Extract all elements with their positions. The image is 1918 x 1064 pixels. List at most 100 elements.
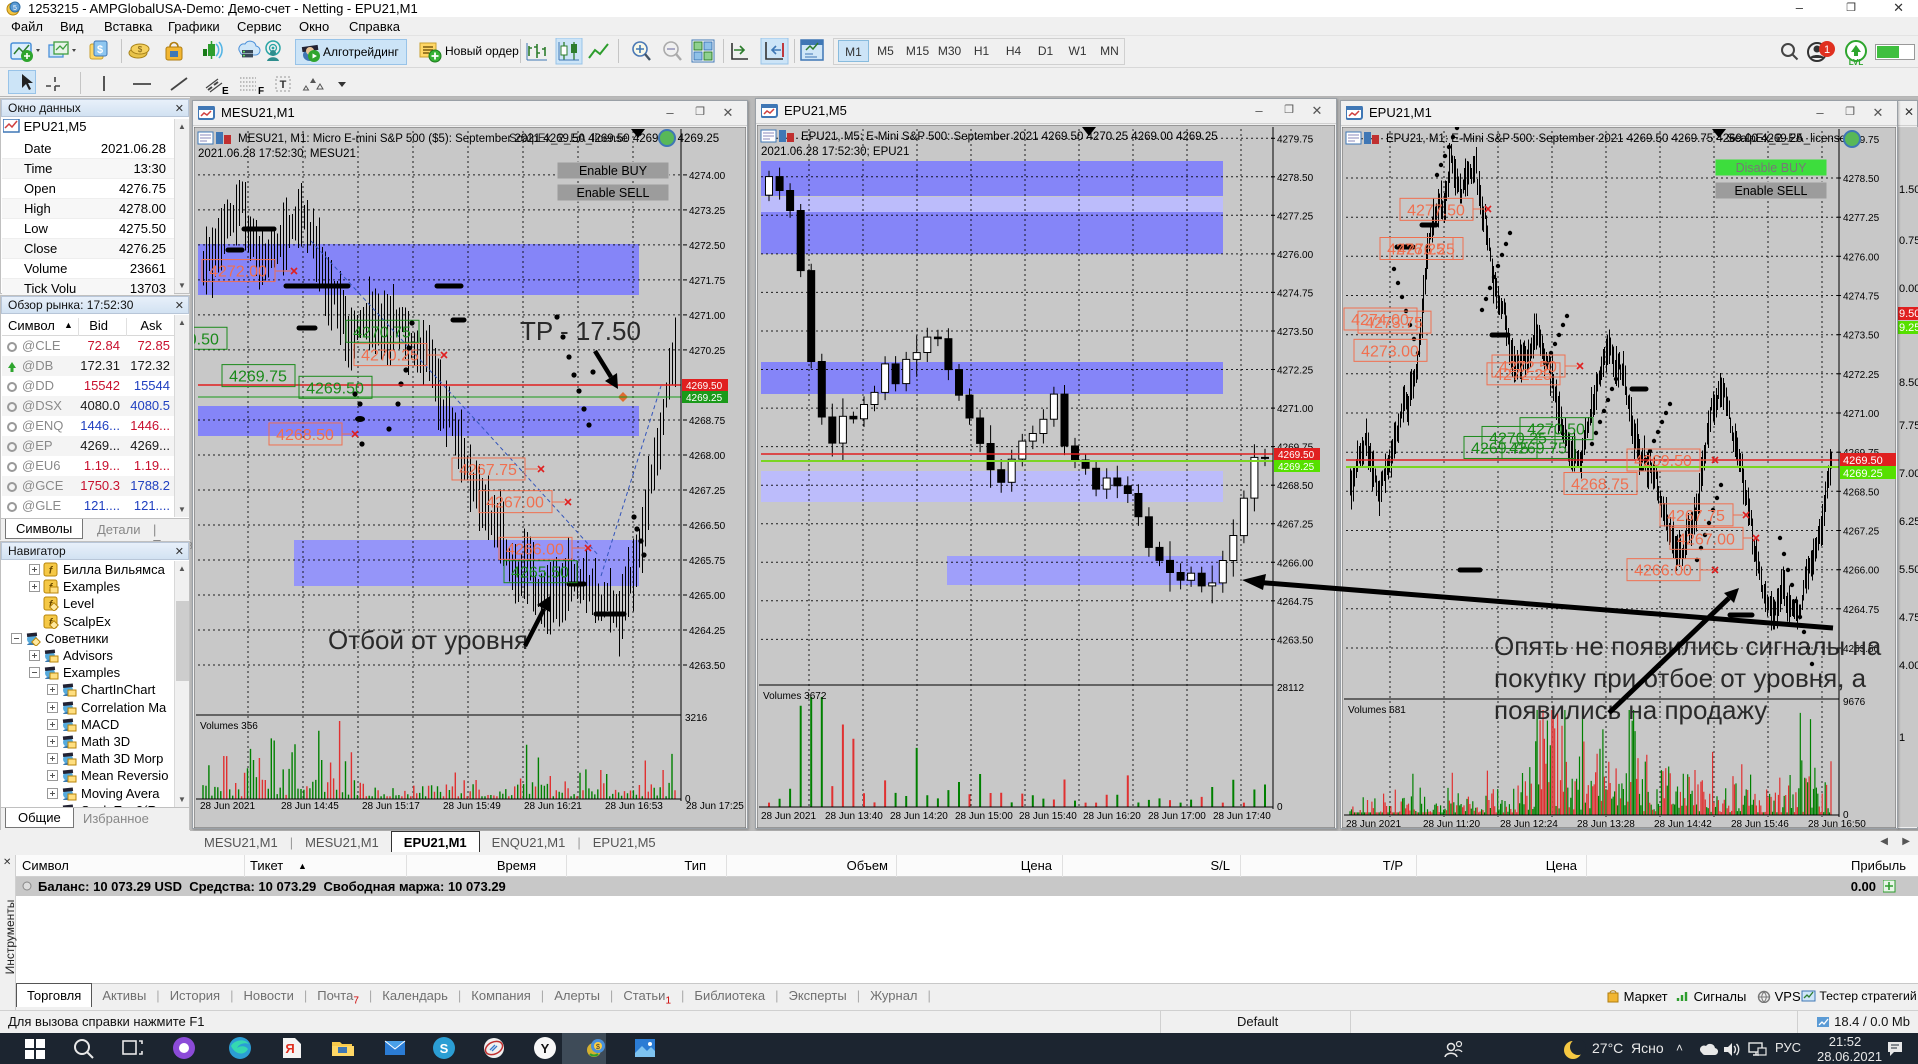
svg-text:4269.50: 4269.50 [306,380,364,397]
svg-text:Disable BUY: Disable BUY [1736,161,1808,175]
svg-text:4272.25: 4272.25 [1277,366,1314,377]
svg-text:4278.50: 4278.50 [1277,173,1314,184]
svg-text:4268.50: 4268.50 [276,427,334,444]
svg-text:$: $ [138,45,143,54]
svg-text:Enable SELL: Enable SELL [577,186,650,200]
svg-text:28 Jun 11:20: 28 Jun 11:20 [1423,819,1481,828]
svg-text:$: $ [596,1044,600,1051]
svg-text:F: F [258,86,264,96]
svg-text:4273.00: 4273.00 [1361,343,1419,360]
svg-text:1: 1 [1899,732,1905,744]
svg-text:9.50: 9.50 [1899,308,1918,320]
svg-text:4264.25: 4264.25 [689,626,726,637]
svg-text:4269.75: 4269.75 [1509,440,1567,457]
svg-text:4272.00: 4272.00 [209,264,267,281]
svg-text:EPU21, M5: E-Mini S&P 500: Se: EPU21, M5: E-Mini S&P 500: September 202… [801,131,1218,143]
svg-text:4268.50: 4268.50 [1843,487,1880,498]
svg-text:4273.50: 4273.50 [1843,331,1880,342]
svg-text:4266.00: 4266.00 [1277,558,1314,569]
svg-text:Y: Y [541,1041,550,1056]
svg-text:E: E [222,86,229,96]
svg-text:Enable BUY: Enable BUY [579,164,648,178]
svg-text:3216: 3216 [685,713,708,724]
svg-text:28 Jun 14:42: 28 Jun 14:42 [1654,819,1712,828]
svg-text:ScalpEx_2_EA_license: ScalpEx_2_EA_license [509,133,628,145]
svg-text:T: T [280,79,287,91]
svg-text:28 Jun 15:17: 28 Jun 15:17 [362,801,420,812]
svg-text:4265.50: 4265.50 [511,565,569,582]
svg-text:4271.00: 4271.00 [1277,404,1314,415]
svg-text:4267.00: 4267.00 [486,495,544,512]
svg-text:0: 0 [1277,802,1283,813]
svg-text:4268.75: 4268.75 [689,416,726,427]
svg-text:9.25: 9.25 [1899,322,1918,334]
svg-text:28 Jun 15:40: 28 Jun 15:40 [1019,811,1077,822]
svg-text:4267.25: 4267.25 [689,486,726,497]
svg-text:7.75: 7.75 [1899,420,1918,432]
svg-text:2021.06.28 17:52:30; MESU21: 2021.06.28 17:52:30; MESU21 [198,148,356,160]
svg-text:4277.25: 4277.25 [1277,211,1314,222]
svg-text:4269.25: 4269.25 [1278,462,1315,473]
svg-text:4269.50: 4269.50 [1634,453,1692,470]
svg-text:4274.75: 4274.75 [1277,288,1314,299]
svg-text:4269.25: 4269.25 [1843,468,1883,480]
svg-text:4276.00: 4276.00 [1843,252,1880,263]
svg-text:4271.75: 4271.75 [689,276,726,287]
svg-text:28 Jun 2021: 28 Jun 2021 [200,801,255,812]
svg-text:28 Jun 16:53: 28 Jun 16:53 [605,801,663,812]
svg-text:28 Jun 17:25: 28 Jun 17:25 [686,801,744,812]
svg-text:4272.25: 4272.25 [1843,370,1880,381]
svg-text:4266.00: 4266.00 [506,541,564,558]
svg-text:4263.50: 4263.50 [689,661,726,672]
svg-text:28 Jun 15:00: 28 Jun 15:00 [955,811,1013,822]
svg-text:4.00: 4.00 [1899,660,1918,672]
svg-text:4274.75: 4274.75 [1843,292,1880,303]
svg-text:4268.50: 4268.50 [1277,481,1314,492]
svg-text:2021.06.28 17:52:30; EPU21: 2021.06.28 17:52:30; EPU21 [761,146,909,158]
svg-text:28 Jun 2021: 28 Jun 2021 [1346,819,1401,828]
svg-text:4269.25: 4269.25 [686,393,723,404]
svg-text:4272.25: 4272.25 [1494,367,1552,384]
svg-text:4269.50: 4269.50 [1843,455,1883,467]
svg-text:9676: 9676 [1843,697,1866,708]
svg-text:4270.50: 4270.50 [194,331,219,348]
svg-text:4272.50: 4272.50 [689,241,726,252]
svg-text:4276.00: 4276.00 [1277,250,1314,261]
svg-text:Volumes 3672: Volumes 3672 [763,691,827,702]
svg-text:28 Jun 14:45: 28 Jun 14:45 [281,801,339,812]
svg-text:Отбой от уровня: Отбой от уровня [328,625,528,655]
svg-text:S: S [440,1041,449,1056]
svg-text:4266.00: 4266.00 [1843,566,1880,577]
svg-text:4267.25: 4267.25 [1843,527,1880,538]
svg-text:Я: Я [285,1041,294,1056]
svg-text:28 Jun 16:20: 28 Jun 16:20 [1083,811,1141,822]
svg-text:4274.00: 4274.00 [689,171,726,182]
svg-text:5.50: 5.50 [1899,564,1918,576]
svg-text:1: 1 [1824,44,1830,56]
svg-text:28 Jun 15:49: 28 Jun 15:49 [443,801,501,812]
svg-text:4267.25: 4267.25 [1277,520,1314,531]
svg-text:LVL: LVL [1849,58,1864,67]
svg-text:28 Jun 12:24: 28 Jun 12:24 [1500,819,1558,828]
svg-text:4271.00: 4271.00 [689,311,726,322]
svg-text:4265.00: 4265.00 [689,591,726,602]
svg-text:28 Jun 16:50: 28 Jun 16:50 [1808,819,1866,828]
svg-text:появились на продажу: появились на продажу [1494,695,1767,725]
svg-text:4278.50: 4278.50 [1843,174,1880,185]
svg-text:4276.25: 4276.25 [1397,242,1455,259]
svg-text:4273.50: 4273.50 [1277,327,1314,338]
svg-text:28 Jun 17:00: 28 Jun 17:00 [1148,811,1206,822]
svg-text:28 Jun 13:40: 28 Jun 13:40 [825,811,883,822]
svg-text:4265.75: 4265.75 [689,556,726,567]
svg-text:4268.75: 4268.75 [1571,477,1629,494]
svg-text:5: 5 [13,5,17,12]
svg-text:ScalpEx_2_EA_license: ScalpEx_2_EA_license [1727,133,1846,145]
svg-text:4264.75: 4264.75 [1843,605,1880,616]
svg-text:4279.75: 4279.75 [1277,134,1314,145]
svg-text:28112: 28112 [1277,683,1305,694]
svg-text:4269.75: 4269.75 [229,369,287,386]
svg-text:4.75: 4.75 [1899,612,1918,624]
svg-text:0.75: 0.75 [1899,235,1918,247]
svg-text:4270.25: 4270.25 [689,346,726,357]
svg-text:4273.75: 4273.75 [1365,315,1423,332]
